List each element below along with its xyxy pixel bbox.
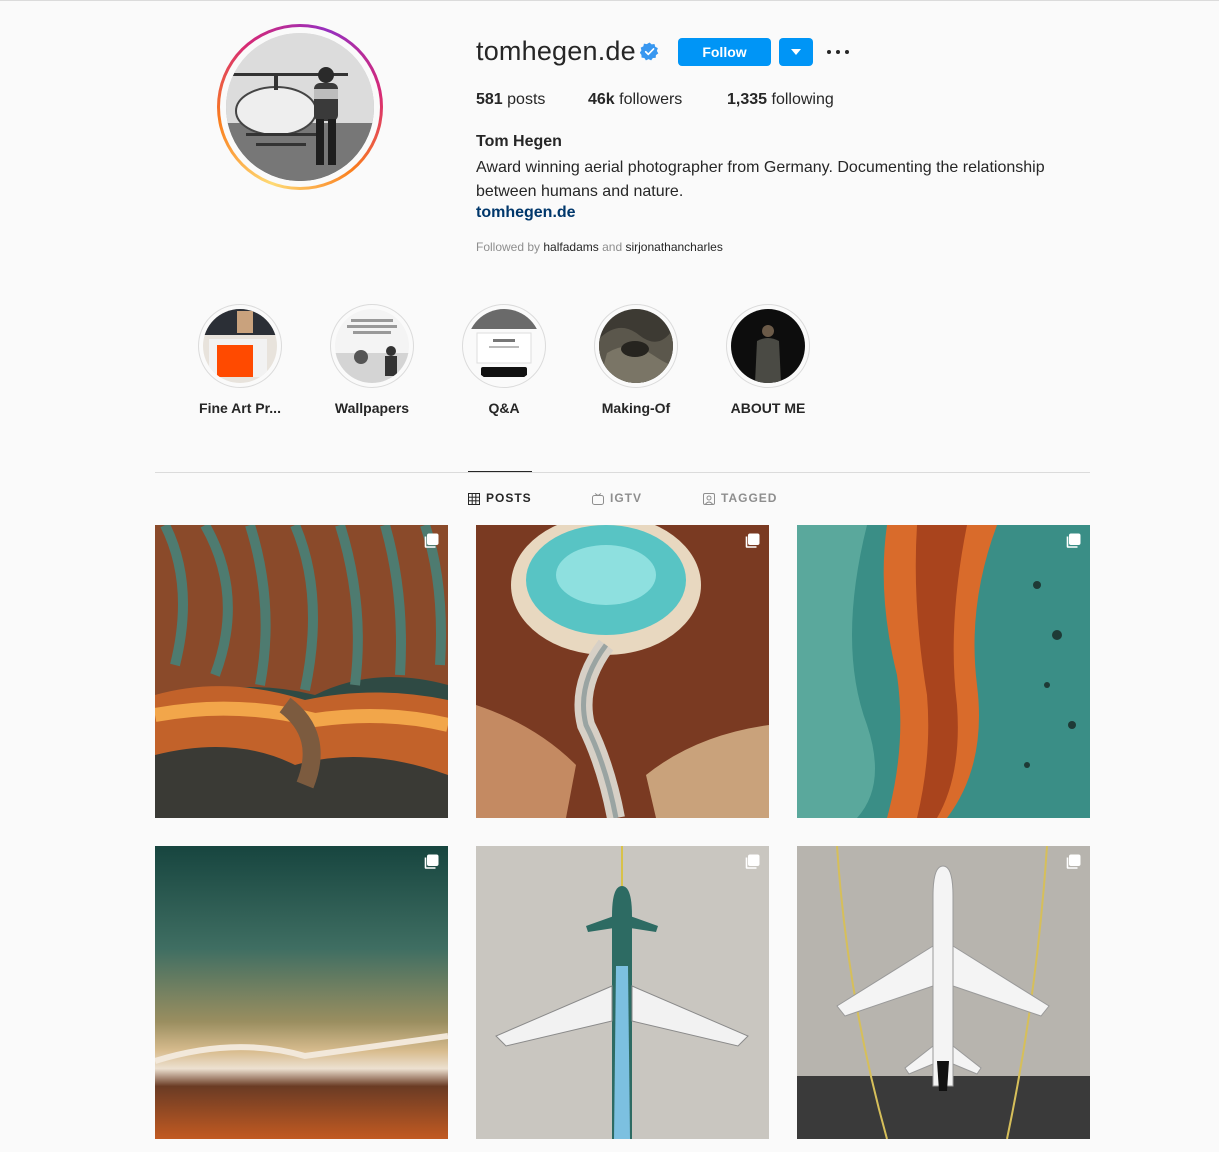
followed-by-account-link[interactable]: sirjonathancharles bbox=[625, 240, 722, 254]
followed-by-prefix: Followed by bbox=[476, 240, 541, 254]
multiple-photos-icon bbox=[1065, 533, 1081, 549]
tabs-divider bbox=[155, 472, 1090, 473]
followed-by-and: and bbox=[602, 240, 623, 254]
multiple-photos-icon bbox=[423, 854, 439, 870]
tab-label: POSTS bbox=[486, 491, 532, 505]
avatar-photo bbox=[226, 33, 374, 181]
profile-avatar[interactable] bbox=[226, 33, 374, 181]
highlight-cover bbox=[594, 304, 678, 388]
profile-username: tomhegen.de bbox=[476, 36, 636, 66]
post-thumbnail[interactable] bbox=[155, 525, 448, 818]
multiple-photos-icon bbox=[423, 533, 439, 549]
highlight-label: Q&A bbox=[488, 400, 520, 416]
posts-count-stat: 581 posts bbox=[476, 91, 545, 109]
highlight-label: Wallpapers bbox=[334, 400, 410, 416]
tab-label: TAGGED bbox=[721, 491, 778, 505]
followers-count-stat[interactable]: 46k followers bbox=[588, 91, 682, 109]
followed-by-text: Followed by halfadams and sirjonathancha… bbox=[476, 240, 723, 254]
chevron-down-icon bbox=[791, 49, 801, 55]
verified-badge-icon bbox=[640, 42, 659, 61]
multiple-photos-icon bbox=[1065, 854, 1081, 870]
highlight-cover bbox=[330, 304, 414, 388]
posts-count: 581 bbox=[476, 91, 503, 108]
posts-label: posts bbox=[507, 91, 546, 108]
following-count: 1,335 bbox=[727, 91, 768, 108]
post-thumbnail[interactable] bbox=[476, 525, 769, 818]
post-thumbnail[interactable] bbox=[476, 846, 769, 1139]
suggested-accounts-dropdown-button[interactable] bbox=[779, 38, 813, 66]
following-label: following bbox=[771, 91, 834, 108]
post-thumbnail[interactable] bbox=[797, 525, 1090, 818]
post-image bbox=[476, 525, 769, 818]
tab-label: IGTV bbox=[610, 491, 643, 505]
tagged-icon bbox=[703, 493, 715, 505]
post-thumbnail[interactable] bbox=[155, 846, 448, 1139]
highlight-label: Making-Of bbox=[601, 400, 671, 416]
grid-icon bbox=[468, 493, 480, 505]
multiple-photos-icon bbox=[744, 533, 760, 549]
active-tab-indicator bbox=[468, 471, 532, 472]
post-thumbnail[interactable] bbox=[797, 846, 1090, 1139]
profile-bio: Award winning aerial photographer from G… bbox=[476, 159, 1045, 200]
post-image bbox=[476, 846, 769, 1139]
multiple-photos-icon bbox=[744, 854, 760, 870]
top-border bbox=[0, 0, 1219, 1]
post-image bbox=[155, 846, 448, 1139]
post-image bbox=[155, 525, 448, 818]
highlight-label: Fine Art Pr... bbox=[199, 400, 281, 416]
more-options-icon[interactable] bbox=[826, 42, 850, 62]
followers-count: 46k bbox=[588, 91, 615, 108]
follow-button[interactable]: Follow bbox=[678, 38, 771, 66]
highlight-cover bbox=[726, 304, 810, 388]
followed-by-account-link[interactable]: halfadams bbox=[543, 240, 598, 254]
profile-website-link[interactable]: tomhegen.de bbox=[476, 204, 576, 222]
followers-label: followers bbox=[619, 91, 683, 108]
igtv-icon bbox=[592, 493, 604, 505]
highlight-cover bbox=[462, 304, 546, 388]
highlight-label: ABOUT ME bbox=[730, 400, 806, 416]
profile-avatar-story-ring[interactable] bbox=[217, 24, 383, 190]
following-count-stat[interactable]: 1,335 following bbox=[727, 91, 834, 109]
post-image bbox=[797, 846, 1090, 1139]
profile-full-name: Tom Hegen bbox=[476, 133, 562, 150]
highlight-cover bbox=[198, 304, 282, 388]
post-image bbox=[797, 525, 1090, 818]
